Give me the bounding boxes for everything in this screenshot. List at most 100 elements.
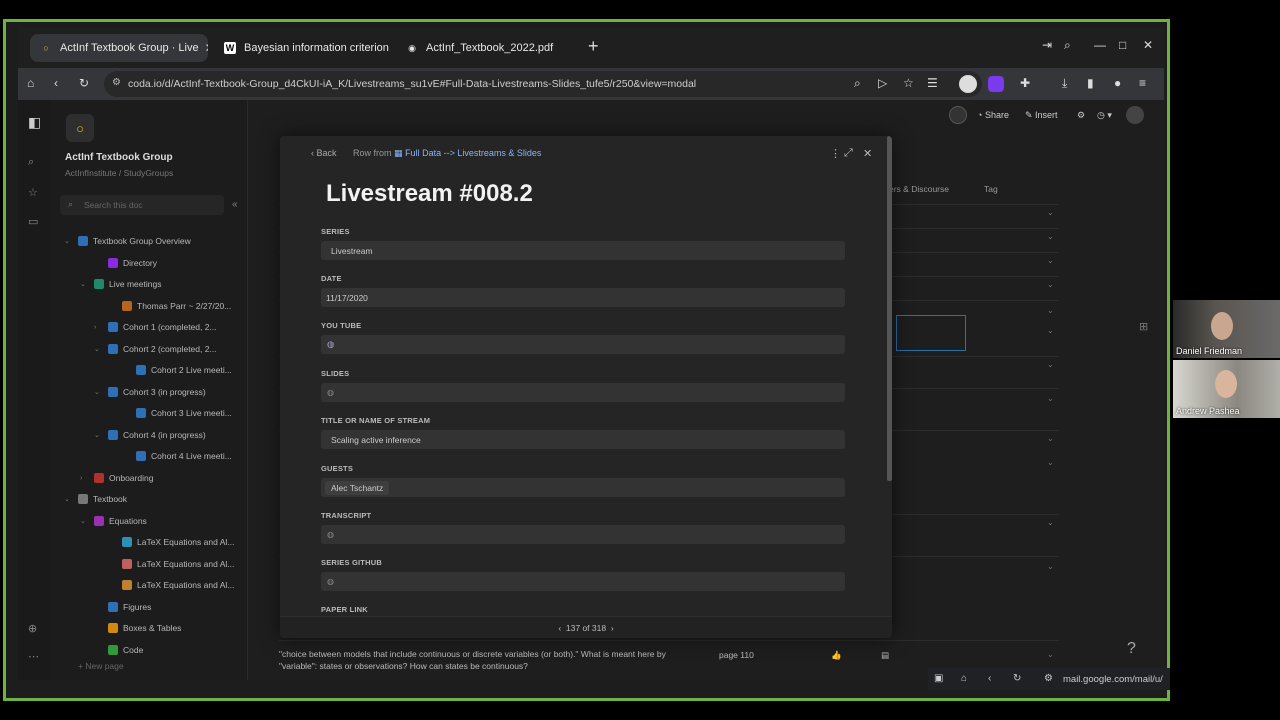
chevron-down-icon[interactable]: ⌄ (1047, 280, 1054, 289)
chevron-down-icon[interactable]: ⌄ (1047, 394, 1054, 403)
sidepanel-icon[interactable]: ▮ (1087, 76, 1094, 90)
sidebar-page-item[interactable]: Figures (94, 602, 240, 612)
search-doc-input[interactable]: ⌕ Search this doc (60, 195, 224, 215)
sidebar-page-item[interactable]: ⌄ Cohort 3 (in progress) (94, 387, 240, 397)
video-tile[interactable]: Daniel Friedman (1173, 300, 1280, 358)
chevron-icon[interactable]: ⌄ (94, 388, 104, 396)
sidebar-page-item[interactable]: Thomas Parr ~ 2/27/20... (108, 301, 240, 311)
row-title[interactable]: Livestream #008.2 (326, 180, 533, 208)
chevron-down-icon[interactable]: ⌄ (1047, 650, 1054, 659)
tab-actinf[interactable]: ○ ActInf Textbook Group · Live ✕ (30, 34, 208, 62)
guests-field[interactable]: Alec Tschantz (321, 478, 845, 497)
sidebar-page-item[interactable]: LaTeX Equations and Al... (108, 537, 240, 547)
column-header[interactable]: ers & Discourse (889, 184, 949, 194)
maximize-icon[interactable]: □ (1119, 38, 1126, 52)
new-tab-icon[interactable]: + (588, 36, 599, 57)
close-icon[interactable]: ✕ (199, 41, 208, 55)
chevron-down-icon[interactable]: ⌄ (1047, 458, 1054, 467)
thumbs-up-icon[interactable]: 👍 (831, 650, 842, 661)
star-icon[interactable]: ☆ (28, 186, 38, 199)
add-circle-icon[interactable]: ⊕ (28, 622, 37, 635)
prev-row-icon[interactable]: ‹ (558, 623, 561, 633)
reload-icon[interactable]: ↻ (1013, 673, 1021, 684)
search-icon[interactable]: ⌕ (1064, 38, 1071, 53)
question-cell[interactable]: "choice between models that include cont… (279, 648, 699, 672)
sidebar-page-item[interactable]: Directory (94, 258, 240, 268)
sidebar-page-item[interactable]: ⌄ Cohort 4 (in progress) (94, 430, 240, 440)
download-icon[interactable]: ⤓ (1062, 76, 1067, 91)
chevron-down-icon[interactable]: ⌄ (1047, 360, 1054, 369)
clock-icon[interactable]: ◷ ▾ (1097, 110, 1112, 121)
search-icon[interactable]: ⌕ (28, 156, 34, 169)
next-row-icon[interactable]: › (611, 623, 614, 633)
insert-button[interactable]: ✎ Insert (1025, 110, 1058, 121)
doc-subtitle[interactable]: ActInfInstitute / StudyGroups (65, 168, 173, 178)
menu-icon[interactable]: ≡ (1139, 76, 1146, 90)
add-row-icon[interactable]: ⊞ (1139, 320, 1148, 333)
user-avatar[interactable] (1126, 106, 1144, 124)
site-info-icon[interactable]: ⚙ (112, 77, 121, 88)
chevron-down-icon[interactable]: ⌄ (1047, 256, 1054, 265)
extension-icon[interactable] (988, 76, 1004, 92)
row-table-link[interactable]: Full Data --> Livestreams & Slides (405, 148, 541, 158)
home-icon[interactable]: ⌂ (961, 673, 967, 684)
doc-logo-icon[interactable]: ○ (66, 114, 94, 142)
expand-icon[interactable]: ⤢ (844, 147, 853, 160)
chevron-icon[interactable]: ⌄ (80, 280, 90, 288)
sidebar-page-item[interactable]: ⌄ Cohort 2 (completed, 2... (94, 344, 240, 354)
sidebar-page-item[interactable]: Code (94, 645, 240, 655)
back-button[interactable]: ‹ Back (311, 148, 337, 158)
account-icon[interactable]: ● (1114, 76, 1121, 90)
sidebar-page-item[interactable]: ⌄ Live meetings (80, 279, 240, 289)
zoom-icon[interactable]: ⌕ (854, 76, 861, 91)
site-info-icon[interactable]: ⚙ (1044, 673, 1053, 684)
youtube-field[interactable]: ◍ (321, 335, 845, 354)
page-cell[interactable]: page 110 (719, 650, 754, 660)
tab-bayesian[interactable]: W Bayesian information criterion (214, 34, 390, 62)
chevron-icon[interactable]: › (94, 324, 104, 331)
secondary-url[interactable]: mail.google.com/mail/u/ (1063, 674, 1163, 685)
date-field[interactable]: 11/17/2020 (321, 288, 845, 307)
slides-field[interactable]: ◍ (321, 383, 845, 402)
puzzle-icon[interactable]: ✚ (1020, 76, 1030, 90)
chevron-icon[interactable]: › (80, 475, 90, 482)
home-icon[interactable]: ⌂ (27, 76, 34, 90)
series-field[interactable]: Livestream (321, 241, 845, 260)
back-icon[interactable]: ‹ (54, 76, 58, 90)
close-icon[interactable]: ✕ (863, 147, 872, 160)
help-icon[interactable]: ? (1127, 640, 1136, 658)
sidebar-page-item[interactable]: ⌄ Equations (80, 516, 240, 526)
settings-icon[interactable]: ⚙ (1077, 110, 1085, 121)
chevron-down-icon[interactable]: ⌄ (1047, 306, 1054, 315)
send-icon[interactable]: ▷ (878, 76, 887, 90)
sidebar-page-item[interactable]: Cohort 2 Live meeti... (122, 365, 240, 375)
folder-icon[interactable]: ▭ (28, 215, 38, 228)
series-github-field[interactable]: ◍ (321, 572, 845, 591)
sidebar-page-item[interactable]: ⌄ Textbook (64, 494, 240, 504)
address-bar[interactable]: ⚙ coda.io/d/ActInf-Textbook-Group_d4CkUI… (104, 71, 982, 97)
chevron-down-icon[interactable]: ⌄ (1047, 326, 1054, 335)
tab-search-icon[interactable]: ⇥ (1042, 38, 1052, 52)
collapse-sidebar-icon[interactable]: « (232, 199, 238, 210)
video-tile[interactable]: Andrew Pashea (1173, 360, 1280, 418)
chevron-icon[interactable]: ⌄ (94, 431, 104, 439)
reload-icon[interactable]: ↻ (79, 76, 89, 90)
chevron-down-icon[interactable]: ⌄ (1047, 232, 1054, 241)
chevron-icon[interactable]: ⌄ (64, 495, 74, 503)
sidebar-page-item[interactable]: Boxes & Tables (94, 623, 240, 633)
sidebar-page-item[interactable]: › Cohort 1 (completed, 2... (94, 322, 240, 332)
tab-manager-icon[interactable]: ☰ (927, 76, 938, 90)
back-icon[interactable]: ‹ (988, 673, 991, 684)
more-icon[interactable]: ⋯ (28, 650, 39, 663)
chevron-icon[interactable]: ⌄ (64, 237, 74, 245)
share-button[interactable]: ◔ Share (977, 110, 1009, 120)
chevron-down-icon[interactable]: ⌄ (1047, 434, 1054, 443)
stream-title-field[interactable]: Scaling active inference (321, 430, 845, 449)
sidebar-page-item[interactable]: › Onboarding (80, 473, 240, 483)
sidebar-page-item[interactable]: LaTeX Equations and Al... (108, 580, 240, 590)
close-window-icon[interactable]: ✕ (1143, 38, 1153, 52)
transcript-field[interactable]: ◍ (321, 525, 845, 544)
selected-cell[interactable] (896, 315, 966, 351)
sidebar-page-item[interactable]: Cohort 4 Live meeti... (122, 451, 240, 461)
more-options-icon[interactable]: ⋮ (830, 147, 841, 160)
